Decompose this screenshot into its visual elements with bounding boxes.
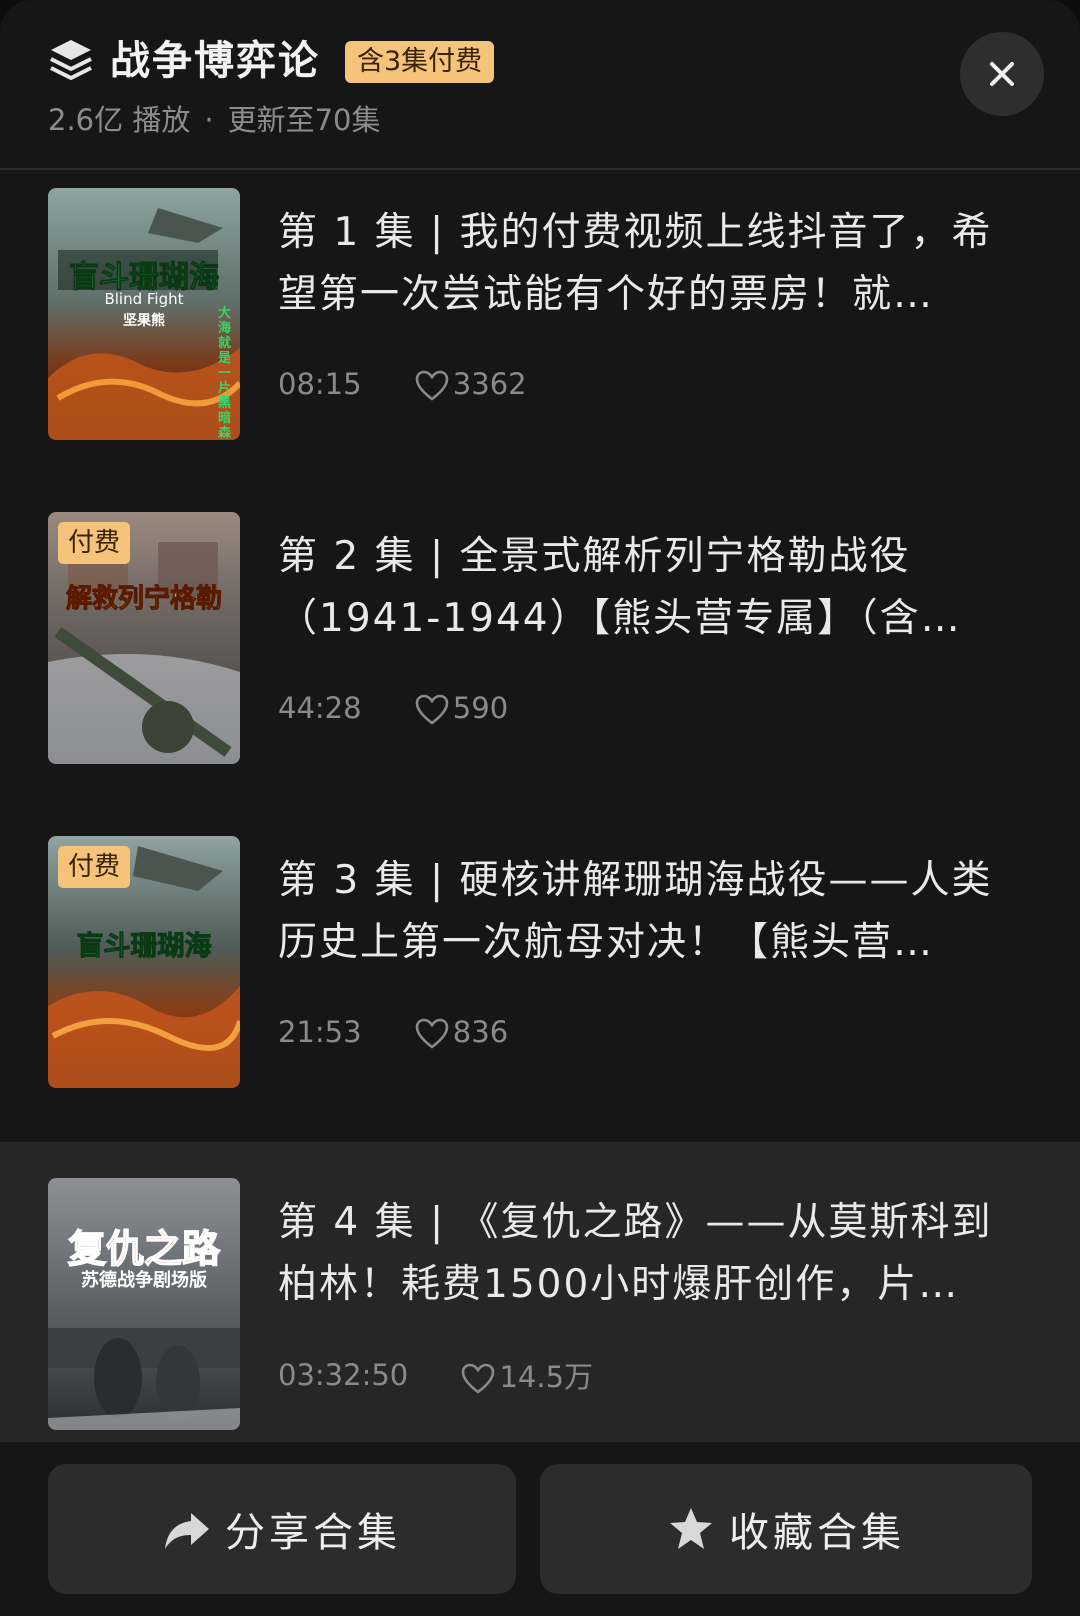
- episode-likes: 590: [415, 691, 508, 726]
- collection-sheet: 战争博弈论 含3集付费 2.6亿 播放 · 更新至70集 盲斗珊瑚海 Blind…: [0, 0, 1080, 1616]
- episode-meta: 08:15 3362: [278, 365, 527, 405]
- episode-likes: 836: [415, 1015, 508, 1050]
- episode-meta: 03:32:50 14.5万: [278, 1354, 593, 1394]
- paid-tag: 付费: [58, 522, 131, 564]
- thumbnail-subtitle: Blind Fight: [104, 290, 184, 308]
- heart-icon: [415, 1018, 449, 1049]
- thumbnail-title: 盲斗珊瑚海: [76, 931, 212, 963]
- episode-item[interactable]: 付费 解救列宁格勒 第 2 集 | 全景式解析列宁格勒战役（1941-1944）…: [0, 494, 1080, 818]
- play-count: 2.6亿 播放: [48, 103, 191, 137]
- favorite-label: 收藏合集: [729, 1510, 905, 1556]
- like-count: 836: [452, 1014, 509, 1049]
- episode-duration: 21:53: [278, 1015, 362, 1049]
- meta-separator: ·: [204, 103, 214, 137]
- close-icon: [990, 62, 1014, 86]
- episode-duration: 03:32:50: [278, 1358, 409, 1392]
- share-arrow-icon: [165, 1513, 209, 1549]
- heart-icon: [415, 370, 449, 401]
- episode-meta: 21:53 836: [278, 1013, 508, 1053]
- share-collection-button[interactable]: 分享合集: [48, 1464, 516, 1594]
- episode-duration: 08:15: [278, 367, 362, 401]
- heart-icon: [462, 1363, 495, 1394]
- episode-likes: 3362: [415, 367, 527, 402]
- paid-tag: 付费: [58, 846, 131, 888]
- episode-title: 第 1 集 | 我的付费视频上线抖音了，希望第一次尝试能有个好的票房！就…: [278, 210, 993, 317]
- episode-item-current[interactable]: 复仇之路 苏德战争剧场版 第 4 集 | 《复仇之路》——从莫斯科到柏林！耗费1…: [0, 1142, 1080, 1460]
- episode-thumbnail: 付费 解救列宁格勒: [48, 512, 240, 764]
- episode-title: 第 3 集 | 硬核讲解珊瑚海战役——人类历史上第一次航母对决！【熊头营…: [278, 858, 993, 965]
- collection-meta: 2.6亿 播放 · 更新至70集: [48, 97, 380, 139]
- share-label: 分享合集: [225, 1510, 401, 1556]
- star-icon: [670, 1508, 712, 1549]
- episode-list: 盲斗珊瑚海 Blind Fight 坚果熊 大海就是一片黑暗森林 第 1 集 |…: [0, 170, 1080, 1460]
- collection-header: 战争博弈论 含3集付费 2.6亿 播放 · 更新至70集: [0, 0, 1080, 170]
- episode-duration: 44:28: [278, 691, 362, 725]
- stack-layers-icon: [50, 40, 92, 80]
- episode-title: 第 4 集 | 《复仇之路》——从莫斯科到柏林！耗费1500小时爆肝创作，片…: [278, 1200, 993, 1307]
- thumbnail-artwork: [48, 1178, 240, 1430]
- thumbnail-author: 坚果熊: [123, 313, 165, 329]
- thumbnail-subtitle: 苏德战争剧场版: [81, 1270, 207, 1291]
- episode-thumbnail: 盲斗珊瑚海 Blind Fight 坚果熊 大海就是一片黑暗森林: [48, 188, 240, 440]
- favorite-collection-button[interactable]: 收藏合集: [540, 1464, 1032, 1594]
- episode-thumbnail: 付费 盲斗珊瑚海: [48, 836, 240, 1088]
- like-count: 3362: [452, 366, 527, 401]
- heart-icon: [415, 694, 449, 725]
- episode-item[interactable]: 付费 盲斗珊瑚海 第 3 集 | 硬核讲解珊瑚海战役——人类历史上第一次航母对决…: [0, 818, 1080, 1142]
- episode-item[interactable]: 盲斗珊瑚海 Blind Fight 坚果熊 大海就是一片黑暗森林 第 1 集 |…: [0, 170, 1080, 494]
- update-status: 更新至70集: [227, 103, 381, 137]
- footer-actions: 分享合集 收藏合集: [0, 1442, 1080, 1616]
- close-button[interactable]: [960, 32, 1044, 116]
- thumbnail-title: 解救列宁格勒: [65, 584, 222, 615]
- episode-likes: 14.5万: [461, 1354, 593, 1396]
- thumbnail-title: 复仇之路: [67, 1226, 221, 1272]
- episode-thumbnail: 复仇之路 苏德战争剧场版: [48, 1178, 240, 1430]
- like-count: 14.5万: [499, 1360, 594, 1394]
- episode-meta: 44:28 590: [278, 689, 508, 729]
- episode-title: 第 2 集 | 全景式解析列宁格勒战役（1941-1944）【熊头营专属】（含…: [278, 534, 962, 641]
- like-count: 590: [452, 690, 509, 725]
- paid-count-badge: 含3集付费: [345, 41, 495, 83]
- thumbnail-vertical-text: 大海就是一片黑暗森林: [218, 306, 232, 440]
- collection-title: 战争博弈论: [110, 38, 320, 84]
